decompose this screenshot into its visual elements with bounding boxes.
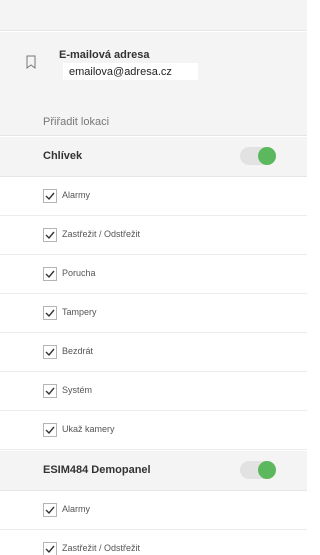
check-icon xyxy=(45,270,55,279)
check-icon xyxy=(45,192,55,201)
permission-checkbox[interactable] xyxy=(43,384,57,398)
permission-label: Tampery xyxy=(62,307,97,317)
bookmark-icon xyxy=(26,55,36,69)
permission-row: Alarmy xyxy=(0,177,307,216)
permission-label: Alarmy xyxy=(62,504,91,514)
permission-checkbox[interactable] xyxy=(43,542,57,555)
permission-row: Bezdrát xyxy=(0,333,307,372)
permission-row: Ukaž kamery xyxy=(0,411,307,450)
location-row: ESIM484 Demopanel xyxy=(0,451,307,491)
email-field[interactable] xyxy=(63,63,198,80)
permission-checkbox[interactable] xyxy=(43,306,57,320)
check-icon xyxy=(45,231,55,240)
toggle-knob xyxy=(258,461,276,479)
permission-checkbox[interactable] xyxy=(43,345,57,359)
permission-row: Porucha xyxy=(0,255,307,294)
check-icon xyxy=(45,545,55,554)
permission-row: Tampery xyxy=(0,294,307,333)
location-toggle[interactable] xyxy=(240,147,276,165)
permission-row: Systém xyxy=(0,372,307,411)
check-icon xyxy=(45,348,55,357)
check-icon xyxy=(45,426,55,435)
permission-label: Ukaž kamery xyxy=(62,424,115,434)
permission-label: Alarmy xyxy=(62,190,91,200)
assign-location-label: Přiřadit lokaci xyxy=(43,116,110,128)
location-name: ESIM484 Demopanel xyxy=(43,464,151,476)
check-icon xyxy=(45,506,55,515)
check-icon xyxy=(45,309,55,318)
permission-label: Zastřežit / Odstřežit xyxy=(62,229,141,239)
email-section: E-mailová adresa xyxy=(0,32,307,96)
permission-label: Zastřežit / Odstřežit xyxy=(62,543,141,553)
permission-checkbox[interactable] xyxy=(43,228,57,242)
location-row: Chlívek xyxy=(0,137,307,177)
toggle-knob xyxy=(258,147,276,165)
permission-row: Alarmy xyxy=(0,491,307,530)
email-label: E-mailová adresa xyxy=(59,49,150,61)
permission-checkbox[interactable] xyxy=(43,267,57,281)
location-name: Chlívek xyxy=(43,150,83,162)
check-icon xyxy=(45,387,55,396)
permission-checkbox[interactable] xyxy=(43,503,57,517)
assign-location-header: Přiřadit lokaci xyxy=(0,96,307,136)
permission-checkbox[interactable] xyxy=(43,189,57,203)
permission-label: Systém xyxy=(62,385,93,395)
permission-label: Porucha xyxy=(62,268,96,278)
permission-row: Zastřežit / Odstřežit xyxy=(0,530,307,555)
permission-label: Bezdrát xyxy=(62,346,94,356)
permission-row: Zastřežit / Odstřežit xyxy=(0,216,307,255)
permission-checkbox[interactable] xyxy=(43,423,57,437)
top-bar xyxy=(0,0,307,31)
location-toggle[interactable] xyxy=(240,461,276,479)
